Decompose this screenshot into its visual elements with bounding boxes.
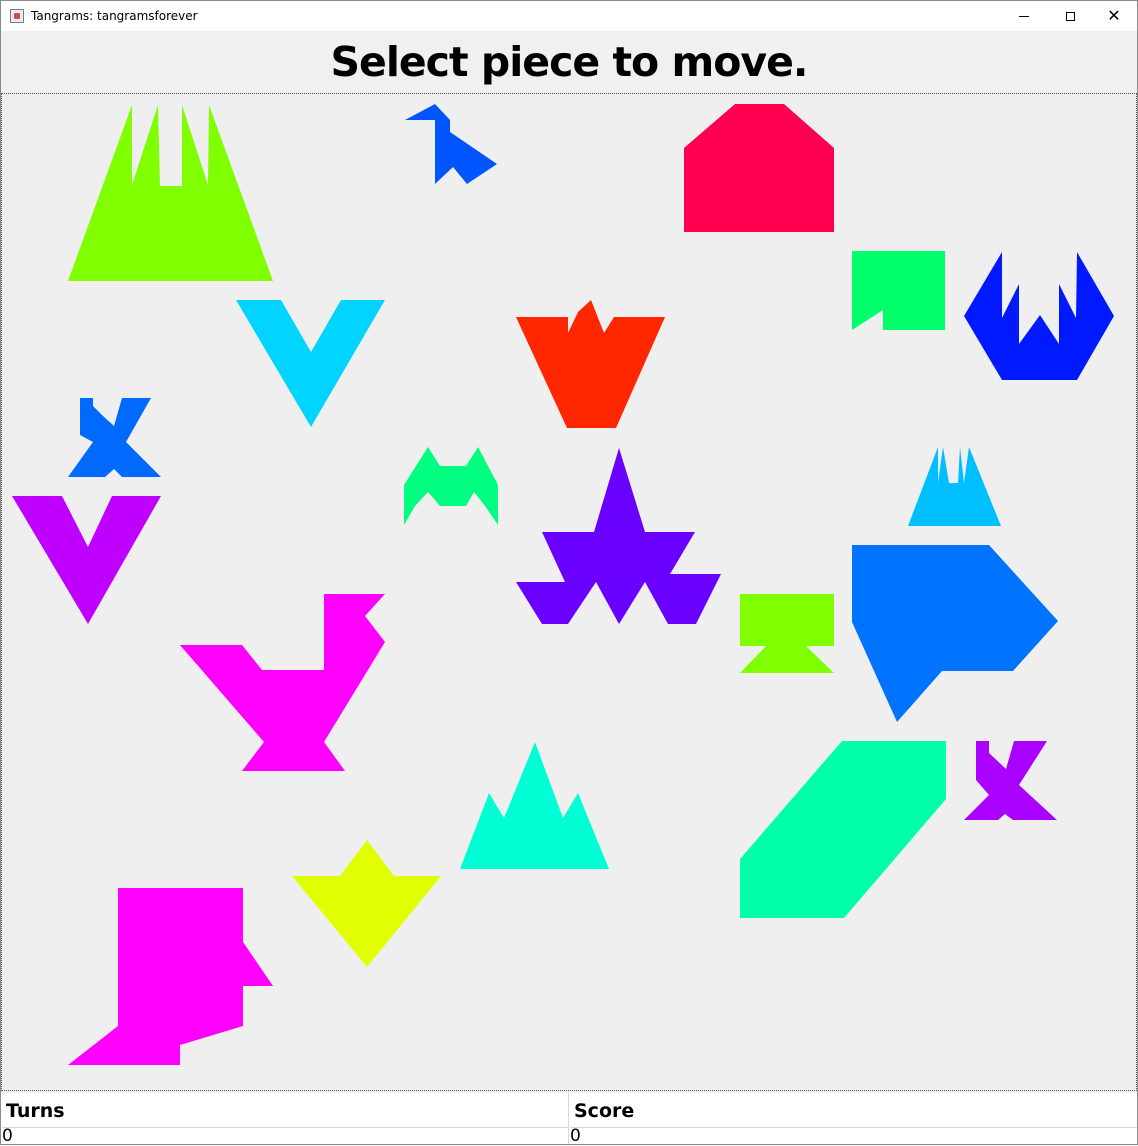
piece-blue-runner[interactable]: [68, 398, 161, 477]
piece-cyan-v[interactable]: [236, 300, 385, 427]
piece-magenta-boot[interactable]: [68, 888, 273, 1065]
minimize-icon: [1019, 15, 1029, 17]
turns-panel: Turns 0: [1, 1093, 569, 1145]
window-title: Tangrams: tangramsforever: [31, 9, 198, 23]
turns-label: Turns: [6, 1100, 65, 1122]
piece-indigo-star[interactable]: [516, 448, 721, 624]
piece-azure-blob[interactable]: [852, 545, 1058, 722]
piece-red-cup[interactable]: [516, 300, 665, 428]
puzzle-board[interactable]: [1, 93, 1137, 1091]
pieces-canvas[interactable]: [2, 94, 1136, 1090]
piece-darkblue-hexcrown[interactable]: [964, 252, 1114, 380]
piece-violet-runner[interactable]: [964, 741, 1057, 820]
close-icon: ✕: [1107, 6, 1121, 25]
status-bar: Turns 0 Score 0: [1, 1093, 1137, 1145]
minimize-button[interactable]: [1001, 1, 1047, 31]
piece-mint-slab[interactable]: [740, 741, 946, 918]
turns-value: 0: [2, 1127, 568, 1145]
score-panel: Score 0: [569, 1093, 1137, 1145]
piece-magenta-swan[interactable]: [180, 594, 385, 771]
maximize-button[interactable]: [1047, 1, 1093, 31]
app-window: Tangrams: tangramsforever ✕ Select piece…: [0, 0, 1138, 1145]
instruction-text: Select piece to move.: [330, 38, 808, 86]
piece-green-m[interactable]: [404, 447, 498, 525]
piece-teal-mountain[interactable]: [460, 742, 609, 869]
piece-lime-table[interactable]: [740, 594, 834, 673]
maximize-icon: [1065, 11, 1075, 21]
instruction-header: Select piece to move.: [1, 31, 1137, 93]
piece-crimson-house[interactable]: [684, 104, 834, 232]
java-app-icon: [10, 9, 24, 23]
piece-yellow-kite[interactable]: [292, 840, 441, 967]
score-value: 0: [570, 1127, 1137, 1145]
piece-lime-crown[interactable]: [68, 105, 273, 281]
piece-green-arrow[interactable]: [852, 251, 945, 330]
close-button[interactable]: ✕: [1091, 1, 1137, 31]
score-label: Score: [574, 1100, 635, 1122]
piece-purple-v[interactable]: [12, 496, 161, 624]
piece-blue-bird[interactable]: [405, 104, 497, 184]
title-bar: Tangrams: tangramsforever ✕: [1, 1, 1137, 31]
piece-skyblue-crown[interactable]: [908, 447, 1001, 526]
